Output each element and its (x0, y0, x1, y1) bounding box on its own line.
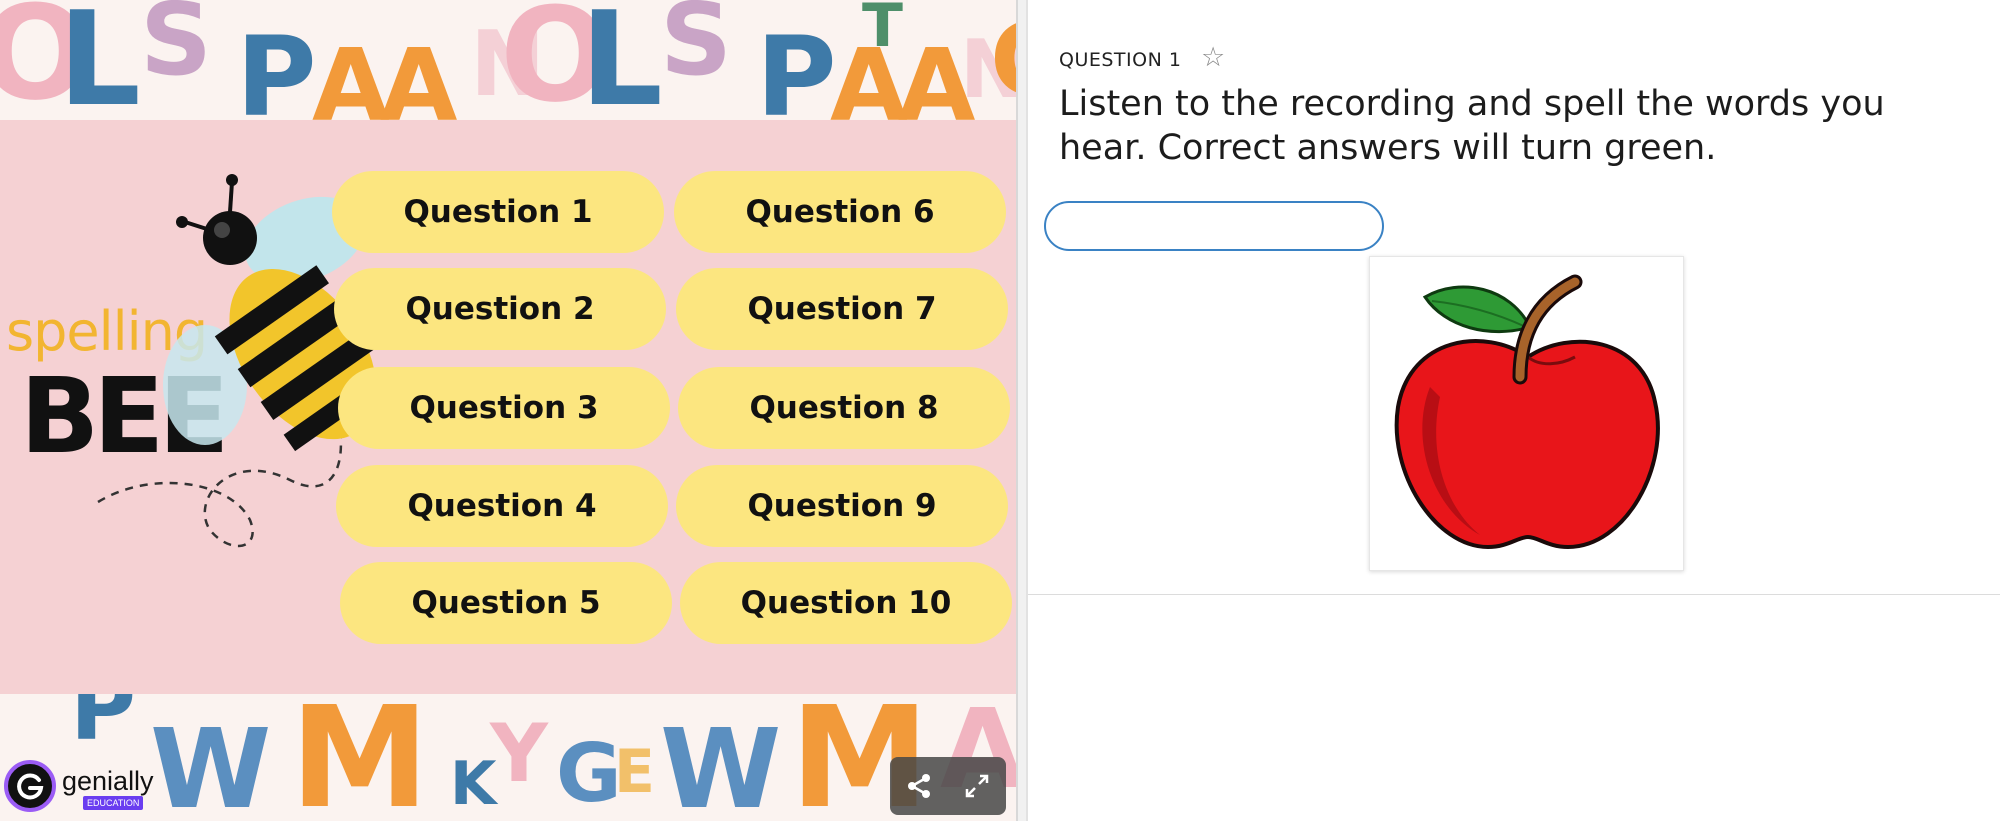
question-text: Listen to the recording and spell the wo… (1059, 84, 1885, 168)
genially-logo-icon (4, 760, 56, 812)
background-letter: A (312, 27, 390, 121)
share-icon[interactable] (898, 765, 940, 807)
fullscreen-icon[interactable] (956, 765, 998, 807)
background-letter: S (140, 0, 213, 98)
genially-badge[interactable]: genially EDUCATION (4, 760, 164, 816)
question-8-button[interactable]: Question 8 (678, 367, 1010, 449)
background-letter: A (380, 27, 458, 121)
bee-icon (97, 174, 380, 548)
question-3-button[interactable]: Question 3 (338, 367, 670, 449)
question-number: QUESTION 1 (1059, 49, 1182, 71)
question-4-button[interactable]: Question 4 (336, 465, 668, 547)
question-9-button[interactable]: Question 9 (676, 465, 1008, 547)
question-6-button[interactable]: Question 6 (674, 171, 1006, 253)
question-5-button[interactable]: Question 5 (340, 562, 672, 644)
question-2-button[interactable]: Question 2 (334, 268, 666, 350)
background-letter: L (58, 0, 141, 120)
background-letter: E (614, 737, 655, 807)
question-panel: QUESTION 1 ☆ Listen to the recording and… (1028, 0, 2000, 821)
presentation-panel: O L S P A A N O L S P A A T N C spelling… (0, 0, 1016, 821)
background-letter: T (862, 0, 903, 61)
background-letter: M (290, 694, 430, 821)
apple-icon (1394, 274, 1660, 550)
genially-education-tag: EDUCATION (83, 796, 144, 810)
background-letter: Y (490, 707, 548, 800)
genially-name: genially (62, 766, 154, 796)
star-icon[interactable]: ☆ (1201, 44, 1225, 71)
panel-divider[interactable] (1016, 0, 1028, 821)
background-letter: P (236, 13, 317, 120)
background-letter: W (660, 705, 782, 821)
question-10-button[interactable]: Question 10 (680, 562, 1012, 644)
background-letter: C (990, 10, 1016, 110)
question-7-button[interactable]: Question 7 (676, 268, 1008, 350)
background-letter: W (150, 705, 272, 821)
background-letter: L (580, 0, 663, 120)
section-divider (1028, 594, 2000, 595)
answer-input[interactable] (1044, 201, 1384, 251)
spelling-bee-logo: spelling BEE (0, 150, 380, 570)
slide-controls (890, 757, 1006, 815)
background-letter: P (756, 13, 837, 120)
background-letter: P (70, 694, 136, 761)
question-image (1369, 256, 1684, 571)
question-1-button[interactable]: Question 1 (332, 171, 664, 253)
background-letter: G (556, 727, 622, 820)
letters-background-top: O L S P A A N O L S P A A T N C (0, 0, 1016, 120)
background-letter: S (660, 0, 733, 98)
